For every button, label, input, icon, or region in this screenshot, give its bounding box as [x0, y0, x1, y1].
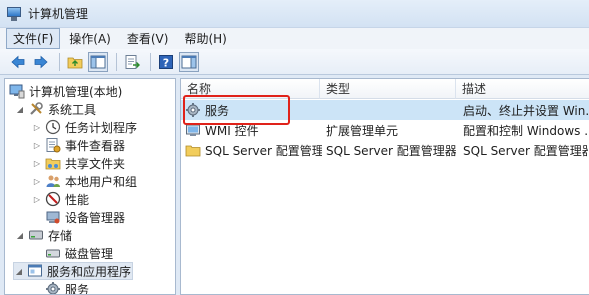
- tree-item-device-manager[interactable]: 设备管理器: [45, 208, 125, 226]
- cell-description: 配置和控制 Windows ...: [463, 123, 588, 138]
- collapse-arrow-icon[interactable]: ◢: [15, 105, 25, 114]
- gear-icon: [185, 102, 201, 118]
- svg-text:?: ?: [163, 56, 169, 69]
- list-item-sql-server[interactable]: SQL Server 配置管理... SQL Server 配置管理器 SQL …: [181, 140, 589, 160]
- menu-view[interactable]: 查看(V): [120, 28, 176, 49]
- cell-type: 扩展管理单元: [326, 123, 399, 138]
- tree-label: 共享文件夹: [65, 156, 126, 171]
- tree-label: 设备管理器: [65, 210, 126, 225]
- column-header-description[interactable]: 描述: [456, 79, 589, 99]
- tree-label: 事件查看器: [65, 138, 126, 153]
- cell-name-text: SQL Server 配置管理...: [205, 143, 322, 158]
- expand-arrow-icon[interactable]: ▷: [32, 141, 42, 150]
- window-title: 计算机管理: [28, 7, 89, 21]
- tree-label: 任务计划程序: [65, 120, 138, 135]
- tree-item-shared-folders[interactable]: ▷ 共享文件夹: [32, 154, 125, 172]
- toolbar: ?: [0, 49, 589, 75]
- column-header-name[interactable]: 名称: [181, 79, 320, 99]
- collapse-arrow-icon[interactable]: ◢: [15, 231, 25, 240]
- menu-bar: 文件(F) 操作(A) 查看(V) 帮助(H): [0, 28, 589, 49]
- menu-help[interactable]: 帮助(H): [177, 28, 233, 49]
- storage-icon: [28, 227, 44, 243]
- tree-label: 服务: [65, 282, 90, 295]
- gear-icon: [45, 281, 61, 294]
- clock-icon: [45, 119, 61, 135]
- tree-item-performance[interactable]: ▷ 性能: [32, 190, 89, 208]
- folder-icon: [185, 142, 201, 158]
- title-bar: 计算机管理: [0, 0, 589, 28]
- cell-name: 服务: [185, 100, 320, 120]
- forward-arrow-icon[interactable]: [31, 52, 51, 72]
- tree-item-disk-management[interactable]: 磁盘管理: [45, 244, 113, 262]
- tree-label: 系统工具: [48, 102, 97, 117]
- navigation-tree: 计算机管理(本地) ◢ 系统工具 ▷ 任务计划程序 ▷ 事件查看器 ▷ 共享文件…: [4, 78, 176, 295]
- device-manager-icon: [45, 209, 61, 225]
- details-list: 名称 类型 描述 服务 启动、终止并设置 Win... WMI 控件 扩展管理单…: [180, 78, 589, 295]
- tree-item-services[interactable]: 服务: [45, 280, 90, 295]
- cell-description: SQL Server 配置管理器: [463, 143, 588, 158]
- show-hide-tree-icon[interactable]: [88, 51, 108, 72]
- expand-arrow-icon[interactable]: ▷: [32, 195, 42, 204]
- column-header-type[interactable]: 类型: [320, 79, 456, 99]
- tree-label: 存储: [48, 228, 73, 243]
- tree-item-system-tools[interactable]: ◢ 系统工具: [15, 100, 96, 118]
- performance-icon: [45, 191, 61, 207]
- toolbar-separator: [150, 52, 151, 71]
- wmi-control-icon: [185, 122, 201, 138]
- cell-type: [326, 100, 454, 120]
- tree-label: 磁盘管理: [65, 246, 114, 261]
- tree-item-task-scheduler[interactable]: ▷ 任务计划程序: [32, 118, 137, 136]
- tree-label: 计算机管理(本地): [29, 84, 123, 99]
- tree-item-storage[interactable]: ◢ 存储: [15, 226, 72, 244]
- expand-arrow-icon[interactable]: ▷: [32, 159, 42, 168]
- cell-name-text: WMI 控件: [205, 123, 259, 138]
- menu-action[interactable]: 操作(A): [62, 28, 118, 49]
- toolbar-separator: [59, 52, 60, 71]
- tools-icon: [28, 101, 44, 117]
- tree-item-root[interactable]: 计算机管理(本地): [9, 82, 122, 100]
- computer-management-icon: [6, 6, 22, 22]
- up-folder-icon[interactable]: [65, 52, 85, 72]
- tree-item-local-users[interactable]: ▷ 本地用户和组: [32, 172, 137, 190]
- menu-file[interactable]: 文件(F): [6, 28, 61, 49]
- tree-label: 服务和应用程序: [47, 264, 132, 279]
- cell-description: 启动、终止并设置 Win...: [463, 103, 588, 118]
- tree-label: 性能: [65, 192, 90, 207]
- cell-name: WMI 控件: [185, 120, 320, 140]
- computer-management-icon: [9, 83, 25, 99]
- content-area: 计算机管理(本地) ◢ 系统工具 ▷ 任务计划程序 ▷ 事件查看器 ▷ 共享文件…: [0, 75, 589, 295]
- tree-item-services-apps[interactable]: ◢ 服务和应用程序: [13, 262, 133, 280]
- list-item-services[interactable]: 服务 启动、终止并设置 Win...: [181, 100, 589, 120]
- list-item-wmi-control[interactable]: WMI 控件 扩展管理单元 配置和控制 Windows ...: [181, 120, 589, 140]
- expand-arrow-icon[interactable]: ▷: [32, 177, 42, 186]
- show-hide-action-pane-icon[interactable]: [179, 51, 199, 72]
- services-apps-icon: [27, 263, 43, 279]
- users-icon: [45, 173, 61, 189]
- help-icon[interactable]: ?: [156, 52, 176, 72]
- expand-arrow-icon[interactable]: ▷: [32, 123, 42, 132]
- cell-name: SQL Server 配置管理...: [185, 140, 322, 160]
- cell-type: SQL Server 配置管理器: [326, 143, 456, 158]
- tree-label: 本地用户和组: [65, 174, 138, 189]
- collapse-arrow-icon[interactable]: ◢: [14, 267, 24, 276]
- back-arrow-icon[interactable]: [8, 52, 28, 72]
- tree-item-event-viewer[interactable]: ▷ 事件查看器: [32, 136, 125, 154]
- disk-icon: [45, 245, 61, 261]
- toolbar-separator: [116, 52, 117, 71]
- event-viewer-icon: [45, 137, 61, 153]
- export-list-icon[interactable]: [122, 52, 142, 72]
- cell-name-text: 服务: [205, 103, 230, 118]
- shared-folder-icon: [45, 155, 61, 171]
